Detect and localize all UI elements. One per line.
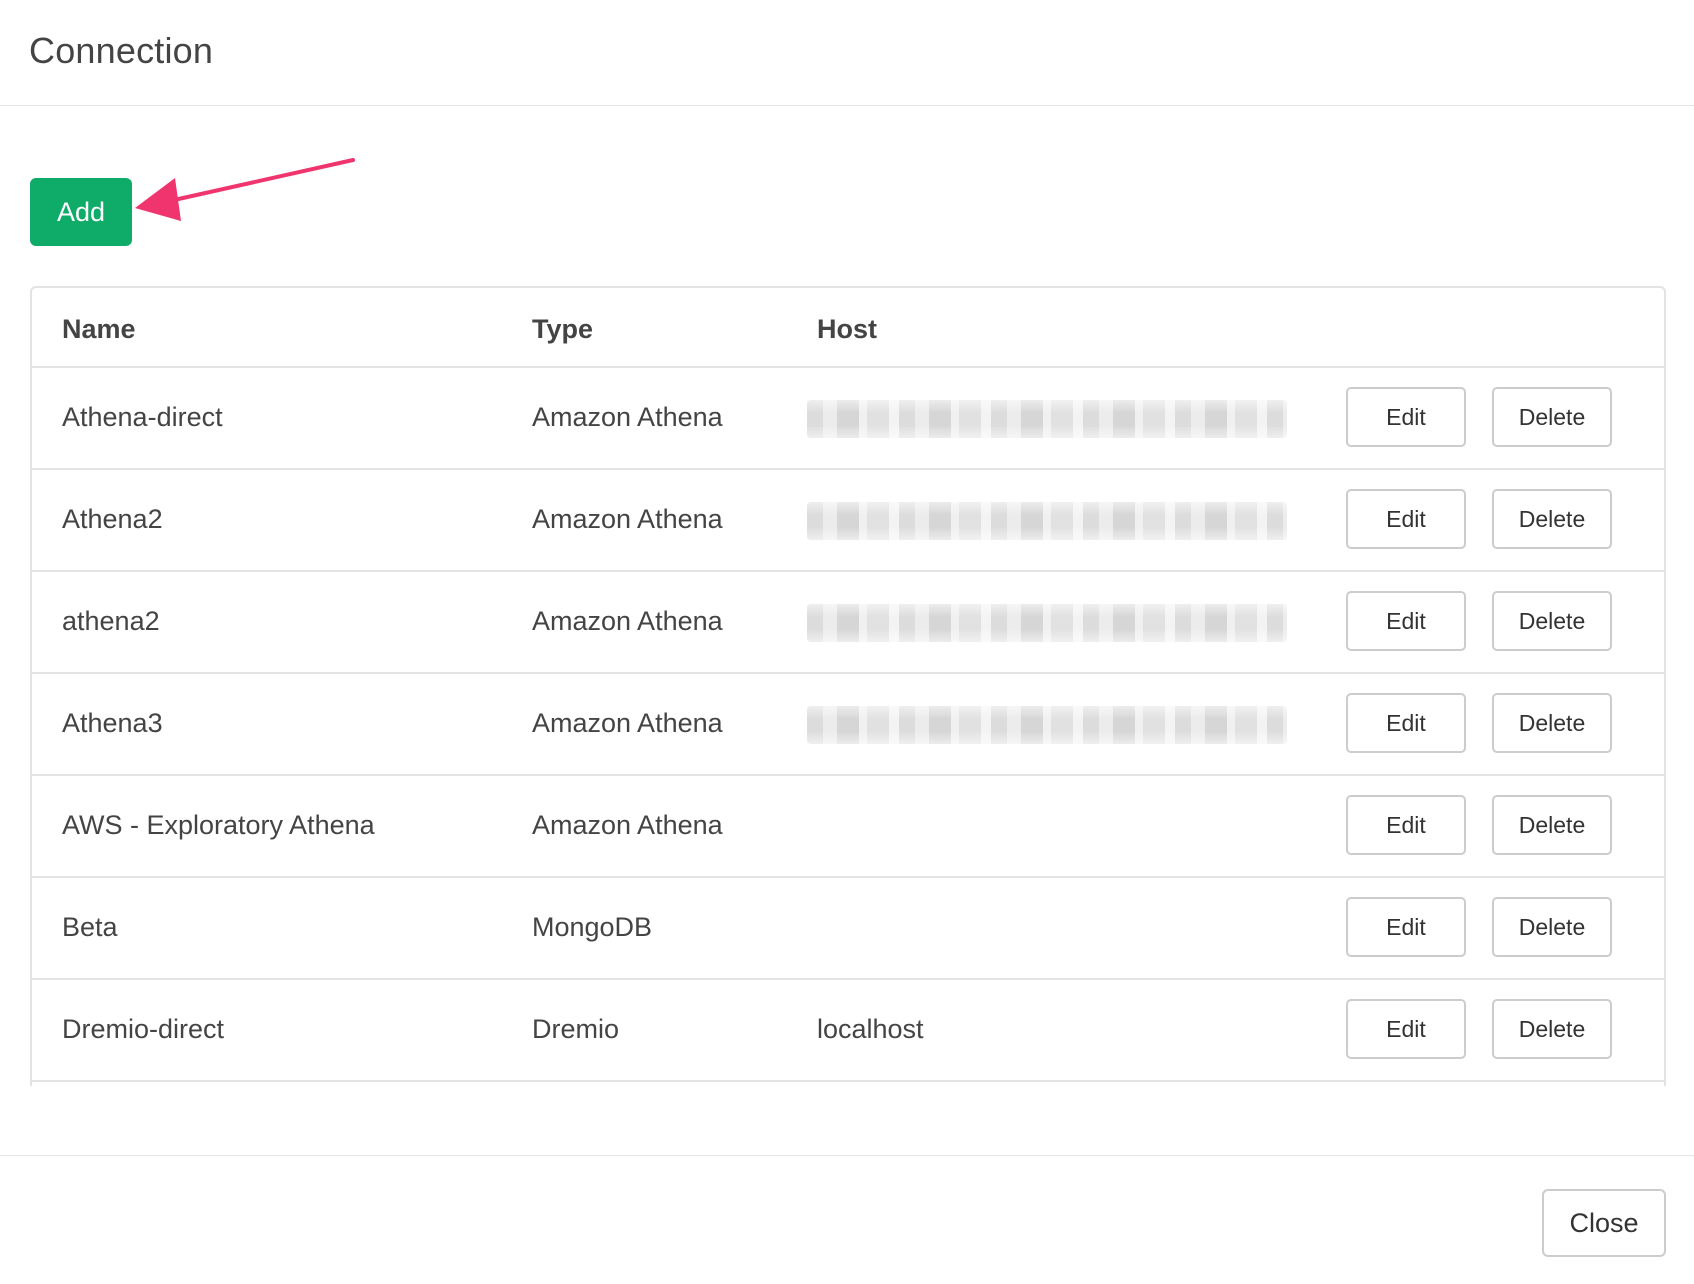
column-header-name: Name: [62, 314, 136, 344]
connection-name: AWS - Exploratory Athena: [62, 810, 375, 840]
connection-name: Beta: [62, 912, 118, 942]
delete-button[interactable]: Delete: [1492, 387, 1612, 447]
dialog-title: Connection: [29, 30, 214, 71]
callout-arrow-head: [135, 178, 181, 221]
dialog-header: Connection: [0, 0, 1694, 106]
delete-button[interactable]: Delete: [1492, 999, 1612, 1059]
dialog-footer: Close: [0, 1155, 1694, 1284]
connection-name: athena2: [62, 606, 160, 636]
connection-type: Amazon Athena: [532, 606, 723, 636]
table-row: Athena2 Amazon Athena Edit Delete: [32, 470, 1664, 572]
table-row: Dremio-direct Dremio localhost Edit Delete: [32, 980, 1664, 1082]
table-row: athena2 Amazon Athena Edit Delete: [32, 572, 1664, 674]
edit-button[interactable]: Edit: [1346, 489, 1466, 549]
delete-button[interactable]: Delete: [1492, 795, 1612, 855]
edit-button[interactable]: Edit: [1346, 897, 1466, 957]
connection-name: Athena3: [62, 708, 163, 738]
close-button[interactable]: Close: [1542, 1189, 1666, 1257]
connection-dialog: Connection Add Name Type Host Athena-dir…: [0, 0, 1694, 1284]
column-header-type: Type: [532, 314, 594, 344]
delete-button[interactable]: Delete: [1492, 591, 1612, 651]
callout-arrow-icon: [135, 158, 355, 221]
connection-host: localhost: [817, 1014, 924, 1044]
delete-button[interactable]: Delete: [1492, 693, 1612, 753]
connection-type: Amazon Athena: [532, 708, 723, 738]
table-row: AWS - Exploratory Athena Amazon Athena Edi…: [32, 776, 1664, 878]
edit-button[interactable]: Edit: [1346, 999, 1466, 1059]
edit-button[interactable]: Edit: [1346, 387, 1466, 447]
column-header-host: Host: [817, 314, 877, 344]
edit-button[interactable]: Edit: [1346, 693, 1466, 753]
host-redacted: [807, 706, 1287, 744]
add-connection-button[interactable]: Add: [30, 178, 132, 246]
table-header-row: Name Type Host: [32, 288, 1664, 368]
edit-button[interactable]: Edit: [1346, 795, 1466, 855]
connection-type: Dremio: [532, 1014, 620, 1044]
host-redacted: [807, 604, 1287, 642]
table-row: Beta MongoDB Edit Delete: [32, 878, 1664, 980]
connection-name: Athena-direct: [62, 402, 223, 432]
host-redacted: [807, 502, 1287, 540]
connection-name: Athena2: [62, 504, 163, 534]
host-redacted: [807, 400, 1287, 438]
connections-table: Name Type Host Athena-direct Amazon Athen…: [30, 286, 1666, 1086]
delete-button[interactable]: Delete: [1492, 897, 1612, 957]
connection-type: Amazon Athena: [532, 810, 723, 840]
callout-arrow-shaft: [163, 158, 355, 204]
edit-button[interactable]: Edit: [1346, 591, 1466, 651]
connection-type: MongoDB: [532, 912, 653, 942]
delete-button[interactable]: Delete: [1492, 489, 1612, 549]
connection-type: Amazon Athena: [532, 504, 723, 534]
connection-name: Dremio-direct: [62, 1014, 225, 1044]
table-row: Athena-direct Amazon Athena Edit Delete: [32, 368, 1664, 470]
connection-type: Amazon Athena: [532, 402, 723, 432]
table-row: Athena3 Amazon Athena Edit Delete: [32, 674, 1664, 776]
